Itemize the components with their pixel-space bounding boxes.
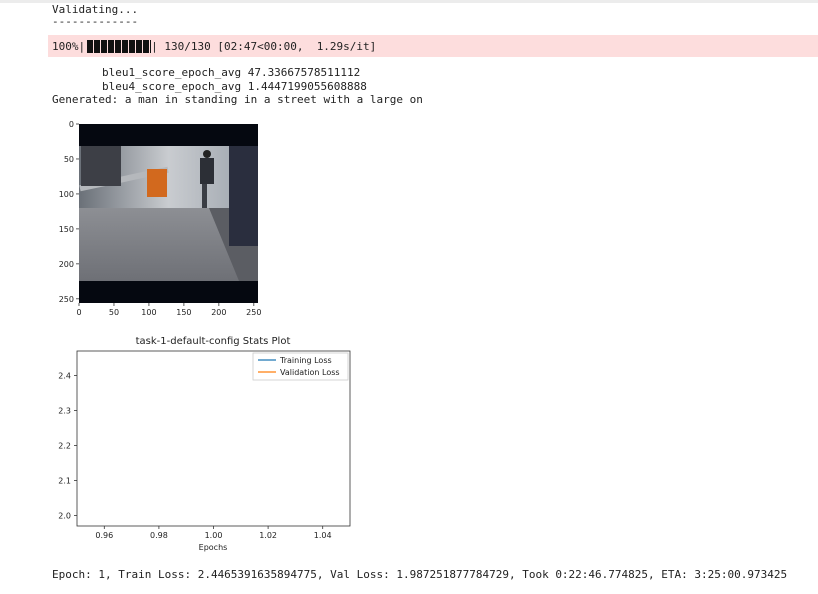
stats-plot: task-1-default-config Stats Plot 0.96 0.9… [58,336,351,552]
chart-x-tick-label: 1.02 [259,531,277,540]
epoch-summary-text: Epoch: 1, Train Loss: 2.4465391635894775… [52,568,788,581]
separator-line: ------------- [52,15,139,28]
chart-x-tick-label: 1.00 [205,531,223,540]
image-plot: 0 50 100 150 200 250 0 50 100 150 200 250 [59,120,262,317]
photo-bin [147,169,167,197]
chart-y-tick-label: 2.1 [58,477,71,486]
chart-y-tick-label: 2.4 [58,372,71,381]
image-y-axis: 0 50 100 150 200 250 [59,120,79,304]
progress-bar [87,39,152,53]
image-y-tick-label: 50 [64,155,74,164]
image-x-axis: 0 50 100 150 200 250 [76,303,261,317]
image-x-tick-label: 250 [246,308,261,317]
photo-people-left [81,146,121,186]
chart-y-tick-label: 2.3 [58,407,71,416]
photo-people-right [229,146,258,246]
bleu1-score-text: bleu1_score_epoch_avg 47.33667578511112 [102,66,361,79]
progress-output: 100% | | 130/130 [02:47<00:00, 1.29s/it] [48,35,818,57]
chart-x-tick-label: 0.98 [150,531,168,540]
chart-title: task-1-default-config Stats Plot [136,336,291,347]
photo-person-leg [202,184,207,208]
photo-person-head [203,150,211,158]
bleu4-score-text: bleu4_score_epoch_avg 1.4447199055608888 [102,80,367,93]
chart-x-tick-label: 0.96 [95,531,113,540]
x-axis-label: Epochs [199,543,228,552]
image-y-tick-label: 250 [59,295,74,304]
generated-caption-text: Generated: a man in standing in a street… [52,93,423,106]
photo-person [200,158,214,184]
image-y-tick-label: 0 [69,120,74,129]
image-x-tick-label: 50 [109,308,119,317]
image-x-tick-label: 0 [76,308,81,317]
image-y-tick-label: 200 [59,260,74,269]
progress-stats: | 130/130 [02:47<00:00, 1.29s/it] [151,39,377,53]
chart-y-tick-label: 2.2 [58,442,71,451]
image-x-tick-label: 100 [141,308,156,317]
chart-x-tick-label: 1.04 [314,531,332,540]
progress-percent: 100% [52,39,79,53]
image-y-tick-label: 100 [59,190,74,199]
legend-label-training: Training Loss [279,356,332,365]
legend-label-validation: Validation Loss [280,368,340,377]
image-x-tick-label: 150 [176,308,191,317]
legend: Training Loss Validation Loss [252,352,349,381]
image-y-tick-label: 150 [59,225,74,234]
chart-y-tick-label: 2.0 [58,512,71,521]
image-x-tick-label: 200 [211,308,226,317]
